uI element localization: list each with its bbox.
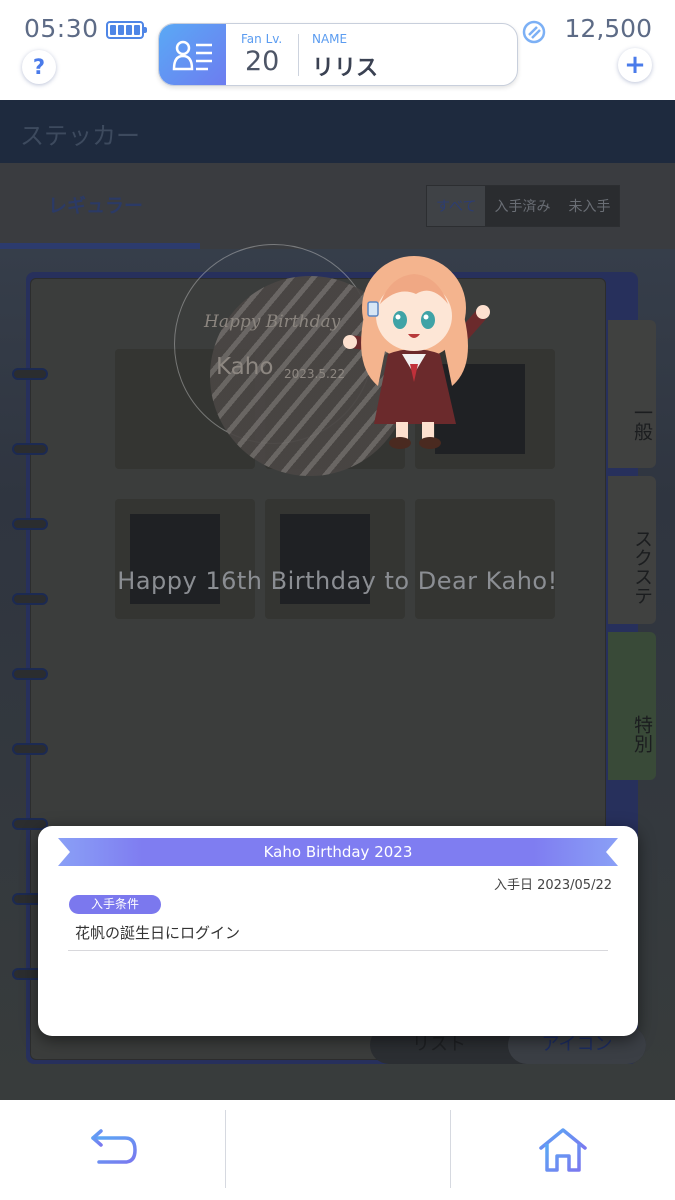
acquired-date: 入手日 2023/05/22 xyxy=(493,878,612,893)
add-currency-button[interactable]: + xyxy=(618,48,652,82)
clock: 05:30 xyxy=(24,14,99,43)
fan-level-label: Fan Lv. xyxy=(241,32,283,46)
help-button[interactable]: ? xyxy=(22,50,56,84)
tab-regular[interactable]: レギュラー xyxy=(48,191,143,218)
side-tab-special[interactable]: 特別 xyxy=(608,632,656,780)
fan-level-value: 20 xyxy=(245,46,280,77)
filter-group: すべて 入手済み 未入手 xyxy=(426,185,621,227)
menu-icon xyxy=(306,1140,369,1160)
sticker-name: Kaho xyxy=(216,354,274,380)
divider xyxy=(298,34,299,76)
sticker-slot[interactable] xyxy=(265,499,405,619)
profile-card-icon xyxy=(159,24,226,85)
filter-unacquired[interactable]: 未入手 xyxy=(559,186,620,226)
profile-card[interactable]: Fan Lv. 20 NAME リリス xyxy=(158,23,518,86)
filter-acquired[interactable]: 入手済み xyxy=(485,186,560,226)
condition-badge: 入手条件 xyxy=(69,895,162,914)
condition-text: 花帆の誕生日にログイン xyxy=(75,924,241,942)
top-status-bar: 05:30 ? Fan Lv. 20 NAME リリス 12,500 + xyxy=(0,0,675,100)
kaho-chibi-illustration xyxy=(343,256,490,449)
category-tabstrip: レギュラー すべて 入手済み 未入手 xyxy=(0,163,675,249)
home-icon xyxy=(538,1128,587,1172)
tab-underline xyxy=(0,243,200,249)
side-tab-sukusute[interactable]: スクステ xyxy=(608,476,656,624)
filter-all[interactable]: すべて xyxy=(427,186,486,226)
dialog-title-banner: Kaho Birthday 2023 xyxy=(58,838,618,866)
side-tab-general[interactable]: 一般 xyxy=(608,320,656,468)
bottom-navigation xyxy=(0,1100,675,1200)
birthday-caption: Happy 16th Birthday to Dear Kaho! xyxy=(117,567,558,595)
player-name: リリス xyxy=(312,56,379,81)
back-icon xyxy=(90,1129,137,1164)
battery-icon xyxy=(106,21,147,39)
divider xyxy=(68,950,608,951)
dialog-title: Kaho Birthday 2023 xyxy=(263,843,413,861)
sticker-slot[interactable] xyxy=(115,499,255,619)
back-button[interactable] xyxy=(0,1100,225,1200)
scene-header: ステッカー xyxy=(0,100,675,163)
sticker-slot[interactable] xyxy=(415,499,555,619)
sticker-script-text: Happy Birthday xyxy=(204,312,341,332)
sticker-date: 2023.5.22 xyxy=(284,367,346,381)
name-label: NAME xyxy=(312,32,348,46)
home-button[interactable] xyxy=(450,1100,675,1200)
scene-title: ステッカー xyxy=(20,122,140,150)
sticker-detail-dialog[interactable]: Kaho Birthday 2023 入手日 2023/05/22 入手条件 花… xyxy=(38,826,638,1036)
currency-gem-icon xyxy=(522,20,546,44)
menu-button[interactable] xyxy=(225,1100,450,1200)
currency-amount: 12,500 xyxy=(564,14,652,43)
